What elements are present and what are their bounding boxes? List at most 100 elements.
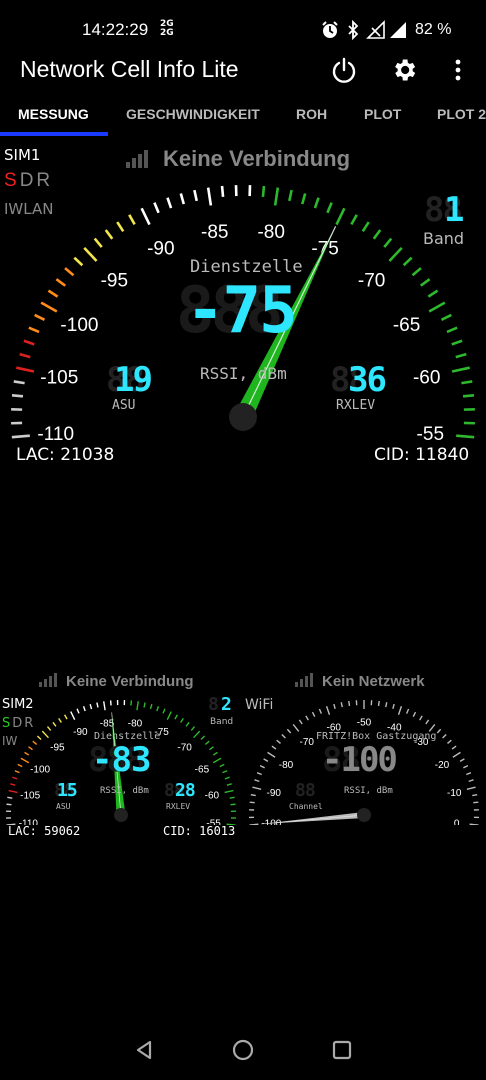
sim1-asu-label: ASU	[112, 398, 136, 413]
sim1-gauge-minor-tick-19	[128, 214, 136, 226]
tab-roh[interactable]: ROH	[296, 106, 327, 122]
sim2-gauge-scale-label-8: -70	[177, 743, 192, 754]
back-icon[interactable]	[132, 1038, 156, 1062]
sim1-gauge-minor-tick-49	[455, 352, 467, 359]
sim1-gauge-major-tick-55	[456, 434, 475, 439]
sim1-gauge-minor-tick-43	[419, 278, 431, 287]
sim1-gauge-minor-tick-23	[179, 193, 186, 205]
sim1-gauge-minor-tick-36	[350, 214, 358, 226]
wifi-gauge-minor-tick-8	[259, 765, 265, 769]
sim1-asu-value: 19	[114, 360, 153, 400]
sim2-gauge-minor-tick-12	[28, 746, 33, 751]
sim1-rssi-value: -75	[186, 274, 298, 348]
sim2-gauge-minor-tick-17	[52, 721, 57, 727]
sim1-gauge-minor-tick-13	[64, 267, 75, 277]
sim1-gauge-needle-hub	[229, 403, 257, 431]
sim2-gauge-minor-tick-42	[204, 740, 210, 745]
sim2-gauge-minor-tick-38	[185, 721, 190, 727]
sim1-gauge-minor-tick-8	[28, 326, 40, 334]
sim1-gauge-minor-tick-17	[104, 229, 114, 240]
wifi-gauge-minor-tick-34	[425, 719, 430, 725]
sim1-gauge-minor-tick-37	[361, 221, 370, 232]
wifi-gauge-minor-tick-19	[318, 708, 323, 714]
sim1-gauge-scale-label-1: -105	[40, 368, 78, 389]
sim2-gauge-scale-label-6: -80	[128, 719, 143, 730]
sim1-gauge-scale-label-10: -60	[413, 368, 440, 389]
sim1-gauge-minor-tick-32	[300, 193, 307, 205]
sim2-rssi-value: -83	[92, 740, 151, 780]
wifi-gauge-major-tick-50	[469, 823, 479, 825]
tab-plot-2[interactable]: PLOT 2	[437, 106, 486, 122]
sim1-gauge-minor-tick-7	[23, 339, 35, 346]
sim2-asu-label: ASU	[56, 802, 71, 811]
sim2-gauge-minor-tick-8	[14, 770, 20, 774]
overflow-menu-button[interactable]	[438, 50, 478, 90]
sim2-gauge-minor-tick-34	[162, 708, 166, 714]
tab-plot[interactable]: PLOT	[364, 106, 401, 122]
wifi-gauge-minor-tick-7	[256, 772, 262, 776]
sim1-gauge-minor-tick-51	[461, 380, 473, 385]
sim2-gauge-minor-tick-31	[143, 702, 146, 708]
wifi-gauge-minor-tick-23	[348, 700, 351, 707]
sim2-gauge-minor-tick-22	[82, 706, 86, 712]
sim1-signal-bars-icon	[126, 150, 148, 168]
wifi-gauge-minor-tick-31	[405, 708, 410, 714]
wifi-gauge-minor-tick-33	[419, 715, 423, 721]
sim1-lac: LAC: 21038	[16, 445, 115, 465]
sim1-gauge-scale-label-3: -95	[101, 271, 128, 292]
app-title: Network Cell Info Lite	[20, 56, 239, 82]
sim1-gauge-minor-tick-41	[402, 256, 413, 267]
tab-geschwindigkeit[interactable]: GESCHWINDIGKEIT	[126, 106, 260, 122]
sim1-cid: CID: 11840	[374, 445, 470, 465]
sim2-gauge-scale-label-4: -90	[73, 727, 88, 738]
settings-button[interactable]	[384, 50, 424, 90]
sim1-gauge-minor-tick-24	[193, 189, 198, 202]
power-button[interactable]	[324, 50, 364, 90]
wifi-gauge-minor-tick-43	[466, 772, 472, 776]
wifi-gauge-minor-tick-12	[276, 739, 281, 744]
sim1-gauge-major-tick-20	[140, 207, 151, 226]
home-icon[interactable]	[231, 1038, 255, 1062]
wifi-gauge-minor-tick-37	[442, 734, 447, 739]
sim1-gauge-major-tick-25	[206, 187, 213, 206]
sim1-rxlev-label: RXLEV	[336, 398, 376, 413]
sim1-gauge-minor-tick-18	[116, 221, 125, 232]
sim1-gauge-minor-tick-47	[446, 326, 458, 334]
sim1-gauge-scale-label-0: -110	[37, 424, 74, 440]
sim1-gauge-scale-label-6: -80	[257, 222, 284, 243]
wifi-gauge-major-tick-30	[397, 706, 403, 716]
sim1-gauge-minor-tick-16	[93, 237, 103, 248]
sim2-gauge-major-tick-15	[41, 730, 49, 739]
sim2-lac: LAC: 59062	[8, 824, 81, 838]
sim1-gauge-minor-tick-48	[451, 339, 463, 346]
wifi-gauge-major-tick-20	[325, 706, 331, 716]
sim2-gauge-major-tick-30	[136, 701, 139, 711]
sim2-gauge-minor-tick-37	[180, 717, 184, 723]
sim1-gauge-minor-tick-4	[13, 380, 25, 385]
wifi-gauge-major-tick-10	[267, 751, 276, 758]
wifi-gauge-scale-label-2: -80	[279, 760, 294, 771]
sim2-gauge-minor-tick-11	[24, 751, 30, 756]
sim1-gauge-minor-tick-26	[220, 185, 225, 198]
sim1-gauge-minor-tick-12	[55, 278, 67, 287]
sim2-band-value: 2	[221, 694, 232, 715]
wifi-gauge-minor-tick-13	[281, 734, 286, 739]
wifi-gauge-minor-tick-39	[451, 745, 457, 750]
wifi-gauge-minor-tick-46	[472, 793, 478, 797]
tab-messung[interactable]: MESSUNG	[18, 106, 89, 122]
recents-icon[interactable]	[330, 1038, 354, 1062]
wifi-gauge-scale-label-10: 0	[454, 819, 460, 825]
sim2-gauge-major-tick-10	[20, 757, 30, 764]
sim2-gauge-minor-tick-49	[226, 783, 232, 786]
sim2-gauge-major-tick-20	[70, 711, 76, 720]
wifi-rssi-unit: RSSI, dBm	[344, 786, 393, 796]
wifi-gauge-needle-hub	[357, 808, 371, 822]
battery-percentage: 82 %	[415, 21, 452, 38]
wifi-gauge-minor-tick-36	[436, 728, 442, 734]
sim2-gauge-minor-tick-47	[222, 770, 228, 774]
sim2-gauge-scale-label-2: -100	[30, 765, 50, 776]
sim1-gauge-major-tick-50	[451, 366, 470, 373]
sim1-rxlev-value: 36	[348, 360, 387, 400]
sim1-gauge-scale-label-11: -55	[417, 424, 444, 440]
sim2-gauge-minor-tick-21	[76, 708, 80, 714]
